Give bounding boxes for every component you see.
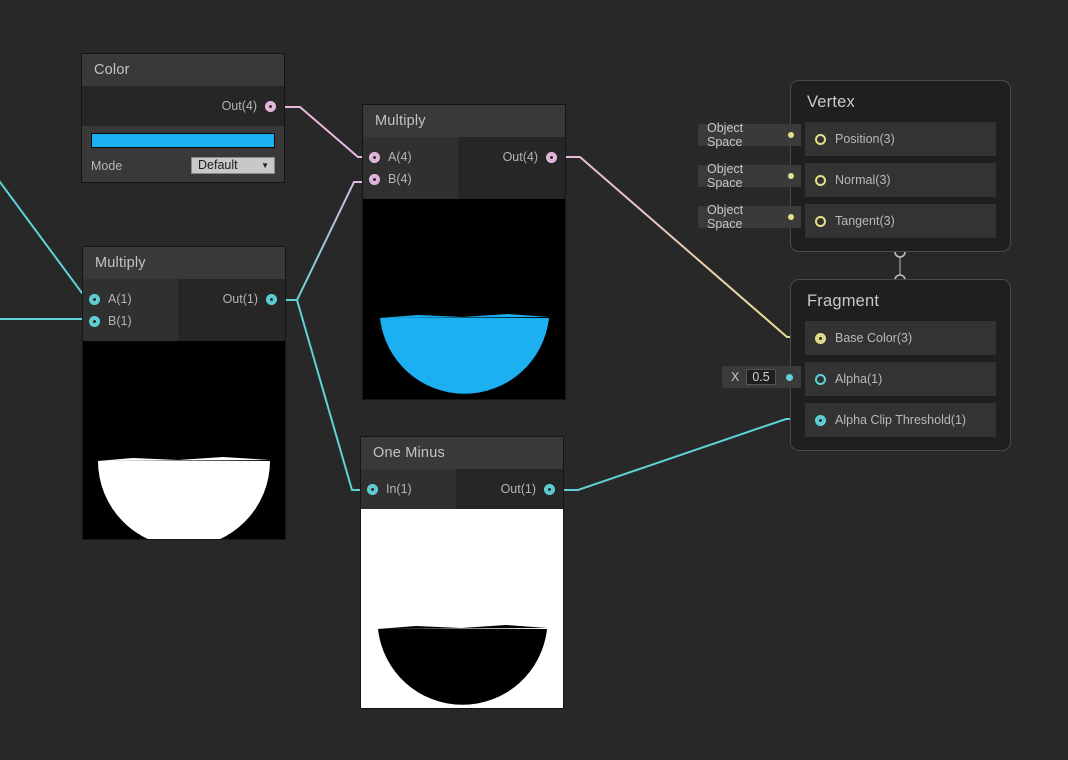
block-row-position[interactable]: Position(3) bbox=[805, 122, 996, 156]
color-mode-row: Mode Default ▼ bbox=[91, 157, 275, 174]
port-dot-base-color[interactable] bbox=[815, 332, 826, 344]
alpha-value-dot[interactable] bbox=[786, 374, 793, 381]
port-label-multiply-left-a: A(1) bbox=[108, 292, 132, 306]
port-dot-normal[interactable] bbox=[815, 174, 826, 186]
port-label-color-out: Out(4) bbox=[221, 99, 257, 113]
node-color-body: Mode Default ▼ bbox=[82, 126, 284, 182]
node-multiply-top-title: Multiply bbox=[363, 105, 565, 137]
block-label-tangent: Tangent(3) bbox=[835, 214, 895, 228]
node-multiply-left-inputs: A(1) B(1) bbox=[83, 279, 178, 341]
port-dot-multiply-left-out[interactable] bbox=[266, 293, 277, 305]
node-multiply-top-outputs: Out(4) bbox=[458, 137, 565, 199]
node-multiply-top-inputs: A(4) B(4) bbox=[363, 137, 458, 199]
space-tag-position-dot[interactable] bbox=[788, 132, 794, 138]
port-dot-multiply-left-a[interactable] bbox=[89, 293, 100, 305]
port-dot-multiply-top-b[interactable] bbox=[369, 173, 380, 185]
node-multiply-left[interactable]: Multiply A(1) B(1) Out(1) bbox=[83, 247, 285, 539]
port-row-one-minus-in[interactable]: In(1) bbox=[361, 478, 456, 500]
vertex-title: Vertex bbox=[807, 93, 855, 111]
port-row-multiply-top-out[interactable]: Out(4) bbox=[503, 146, 565, 168]
port-row-multiply-left-out[interactable]: Out(1) bbox=[223, 288, 285, 310]
space-tag-tangent-label: Object Space bbox=[707, 203, 744, 231]
block-label-base-color: Base Color(3) bbox=[835, 331, 913, 345]
color-mode-label: Mode bbox=[91, 158, 123, 173]
alpha-value-input[interactable]: 0.5 bbox=[746, 369, 776, 385]
node-one-minus-inputs: In(1) bbox=[361, 469, 456, 509]
node-one-minus[interactable]: One Minus In(1) Out(1) bbox=[361, 437, 563, 708]
node-one-minus-title: One Minus bbox=[361, 437, 563, 469]
block-row-alpha-clip-threshold[interactable]: Alpha Clip Threshold(1) bbox=[805, 403, 996, 437]
port-label-multiply-left-b: B(1) bbox=[108, 314, 132, 328]
node-multiply-top-preview[interactable] bbox=[363, 199, 565, 399]
port-label-multiply-top-out: Out(4) bbox=[502, 150, 538, 164]
port-dot-alpha[interactable] bbox=[815, 373, 826, 385]
preview-render-multiply-top bbox=[363, 199, 565, 399]
fragment-title: Fragment bbox=[807, 292, 880, 310]
block-label-normal: Normal(3) bbox=[835, 173, 891, 187]
port-dot-position[interactable] bbox=[815, 133, 826, 145]
color-mode-value: Default bbox=[198, 158, 238, 172]
node-color[interactable]: Color Out(4) Mode Default ▼ bbox=[82, 54, 284, 182]
preview-render-one-minus bbox=[361, 509, 563, 708]
space-tag-normal-label: Object Space bbox=[707, 162, 744, 190]
port-row-one-minus-out[interactable]: Out(1) bbox=[501, 478, 563, 500]
node-multiply-top-ports: A(4) B(4) Out(4) bbox=[363, 137, 565, 199]
port-dot-one-minus-out[interactable] bbox=[544, 483, 555, 495]
block-label-alpha-clip-threshold: Alpha Clip Threshold(1) bbox=[835, 413, 967, 427]
block-label-alpha: Alpha(1) bbox=[835, 372, 883, 386]
port-label-multiply-top-a: A(4) bbox=[388, 150, 412, 164]
port-dot-multiply-left-b[interactable] bbox=[89, 315, 100, 327]
port-row-multiply-top-a[interactable]: A(4) bbox=[363, 146, 458, 168]
port-dot-multiply-top-a[interactable] bbox=[369, 151, 380, 163]
port-dot-alpha-clip-threshold[interactable] bbox=[815, 414, 826, 426]
port-row-multiply-top-b[interactable]: B(4) bbox=[363, 168, 458, 190]
color-mode-dropdown[interactable]: Default ▼ bbox=[191, 157, 275, 174]
master-stack-vertex[interactable]: Vertex Position(3) Normal(3) Tangent(3) bbox=[790, 80, 1011, 252]
master-stack-fragment[interactable]: Fragment Base Color(3) Alpha(1) Alpha Cl… bbox=[790, 279, 1011, 451]
node-one-minus-outputs: Out(1) bbox=[456, 469, 563, 509]
port-dot-one-minus-in[interactable] bbox=[367, 483, 378, 495]
port-dot-tangent[interactable] bbox=[815, 215, 826, 227]
node-multiply-left-outputs: Out(1) bbox=[178, 279, 285, 341]
shader-graph-canvas[interactable]: Color Out(4) Mode Default ▼ Multiply A(1… bbox=[0, 0, 1068, 760]
chevron-down-icon: ▼ bbox=[261, 161, 269, 170]
color-swatch[interactable] bbox=[91, 133, 275, 148]
port-label-multiply-top-b: B(4) bbox=[388, 172, 412, 186]
space-tag-normal[interactable]: Object Space bbox=[698, 162, 801, 190]
node-one-minus-ports: In(1) Out(1) bbox=[361, 469, 563, 509]
node-color-ports: Out(4) bbox=[82, 86, 284, 126]
node-multiply-left-title: Multiply bbox=[83, 247, 285, 279]
node-multiply-left-ports: A(1) B(1) Out(1) bbox=[83, 279, 285, 341]
block-row-normal[interactable]: Normal(3) bbox=[805, 163, 996, 197]
port-dot-color-out[interactable] bbox=[265, 100, 276, 112]
port-row-color-out[interactable]: Out(4) bbox=[222, 95, 284, 117]
alpha-axis-label: X bbox=[731, 370, 740, 384]
space-tag-tangent[interactable]: Object Space bbox=[698, 203, 801, 231]
block-label-position: Position(3) bbox=[835, 132, 895, 146]
node-color-title: Color bbox=[82, 54, 284, 86]
node-multiply-left-preview[interactable] bbox=[83, 341, 285, 539]
space-tag-position[interactable]: Object Space bbox=[698, 121, 801, 149]
node-one-minus-preview[interactable] bbox=[361, 509, 563, 708]
space-tag-normal-dot[interactable] bbox=[788, 173, 794, 179]
block-row-base-color[interactable]: Base Color(3) bbox=[805, 321, 996, 355]
port-label-one-minus-in: In(1) bbox=[386, 482, 412, 496]
space-tag-tangent-dot[interactable] bbox=[788, 214, 794, 220]
preview-render-multiply-left bbox=[83, 341, 285, 539]
node-color-output-group: Out(4) bbox=[82, 86, 284, 126]
block-row-tangent[interactable]: Tangent(3) bbox=[805, 204, 996, 238]
port-label-one-minus-out: Out(1) bbox=[500, 482, 536, 496]
node-multiply-top[interactable]: Multiply A(4) B(4) Out(4) bbox=[363, 105, 565, 399]
port-dot-multiply-top-out[interactable] bbox=[546, 151, 557, 163]
space-tag-position-label: Object Space bbox=[707, 121, 744, 149]
port-row-multiply-left-b[interactable]: B(1) bbox=[83, 310, 178, 332]
port-row-multiply-left-a[interactable]: A(1) bbox=[83, 288, 178, 310]
port-label-multiply-left-out: Out(1) bbox=[222, 292, 258, 306]
block-row-alpha[interactable]: Alpha(1) bbox=[805, 362, 996, 396]
